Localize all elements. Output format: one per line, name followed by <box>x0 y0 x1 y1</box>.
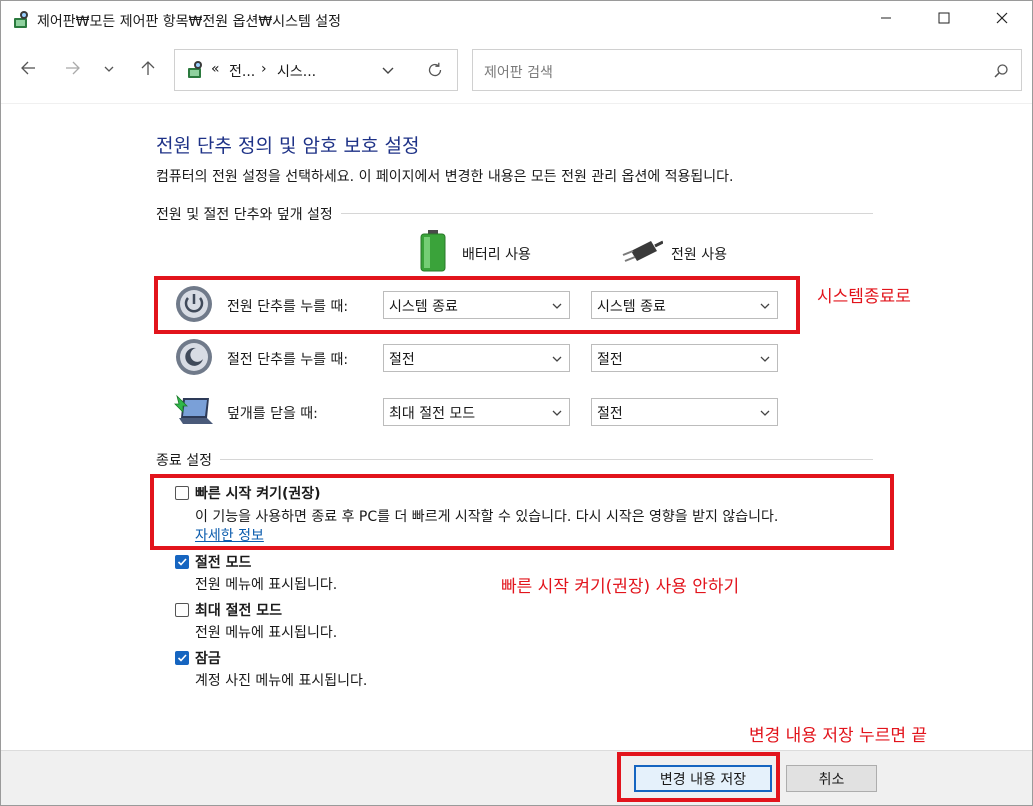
chevron-down-icon <box>551 353 563 365</box>
search-input[interactable]: 제어판 검색 <box>484 62 553 82</box>
column-header-plugged-in: 전원 사용 <box>671 247 727 263</box>
page-subtitle: 컴퓨터의 전원 설정을 선택하세요. 이 페이지에서 변경한 내용은 모든 전원… <box>156 169 734 185</box>
annotation-box-fast-startup <box>150 474 894 550</box>
breadcrumb-overflow[interactable]: « <box>211 61 220 77</box>
control-panel-icon <box>185 60 205 84</box>
footer-bar: 변경 내용 저장 취소 <box>1 750 1032 805</box>
search-icon[interactable] <box>993 63 1009 83</box>
close-button[interactable] <box>979 1 1025 39</box>
power-plug-icon <box>621 237 664 269</box>
back-button[interactable] <box>14 55 42 85</box>
up-button[interactable] <box>134 55 162 85</box>
minimize-button[interactable] <box>863 1 909 39</box>
sleep-button-battery-select[interactable]: 절전 <box>383 344 570 372</box>
battery-icon <box>419 230 447 276</box>
breadcrumb-separator[interactable]: › <box>261 61 267 77</box>
annotation-text-save: 변경 내용 저장 누르면 끝 <box>749 726 928 746</box>
annotation-box-power-button <box>154 276 800 334</box>
breadcrumb-item-2[interactable]: 시스... <box>277 61 316 81</box>
group-label-buttons: 전원 및 절전 단추와 덮개 설정 <box>156 204 341 224</box>
maximize-button[interactable] <box>921 1 967 39</box>
sleep-icon <box>175 338 213 380</box>
chevron-down-icon <box>551 407 563 419</box>
row-label-lid-close: 덮개를 닫을 때: <box>227 406 318 422</box>
annotation-text-fast-startup: 빠른 시작 켜기(권장) 사용 안하기 <box>501 577 740 597</box>
group-label-shutdown: 종료 설정 <box>156 450 220 470</box>
lid-close-plugged-select[interactable]: 절전 <box>591 398 778 426</box>
arrow-left-icon <box>20 60 36 80</box>
lock-description: 계정 사진 메뉴에 표시됩니다. <box>195 673 368 689</box>
cancel-button[interactable]: 취소 <box>786 765 877 792</box>
recent-locations-button[interactable] <box>97 55 121 85</box>
page-title: 전원 단추 정의 및 암호 보호 설정 <box>156 135 420 157</box>
maximize-icon <box>938 12 950 28</box>
chevron-down-icon <box>759 407 771 419</box>
refresh-icon[interactable] <box>426 61 444 83</box>
title-bar: 제어판₩모든 제어판 항목₩전원 옵션₩시스템 설정 <box>1 1 1032 39</box>
chevron-down-icon <box>759 353 771 365</box>
hibernate-checkbox[interactable] <box>175 603 189 617</box>
sleep-mode-title: 절전 모드 <box>195 555 252 571</box>
breadcrumb-item-1[interactable]: 전... <box>229 61 255 81</box>
laptop-lid-icon <box>173 392 215 432</box>
lid-close-battery-select[interactable]: 최대 절전 모드 <box>383 398 570 426</box>
address-bar[interactable]: « 전... › 시스... <box>174 49 458 91</box>
lock-title: 잠금 <box>195 651 221 667</box>
chevron-down-icon <box>104 62 114 78</box>
column-header-battery: 배터리 사용 <box>462 247 531 263</box>
row-label-sleep-button: 절전 단추를 누를 때: <box>227 352 349 368</box>
arrow-right-icon <box>65 60 81 80</box>
hibernate-description: 전원 메뉴에 표시됩니다. <box>195 625 338 641</box>
arrow-up-icon <box>140 60 156 80</box>
annotation-box-save <box>617 752 780 802</box>
control-panel-icon <box>11 10 31 34</box>
sleep-mode-checkbox[interactable] <box>175 555 189 569</box>
sleep-mode-description: 전원 메뉴에 표시됩니다. <box>195 577 338 593</box>
search-box[interactable]: 제어판 검색 <box>472 49 1022 91</box>
close-icon <box>996 12 1008 28</box>
minimize-icon <box>880 12 892 28</box>
control-panel-window: 제어판₩모든 제어판 항목₩전원 옵션₩시스템 설정 « 전... › 시스..… <box>0 0 1033 806</box>
hibernate-title: 최대 절전 모드 <box>195 603 283 619</box>
group-divider <box>156 459 873 460</box>
chevron-down-icon[interactable] <box>381 64 395 82</box>
divider <box>1 103 1032 104</box>
annotation-text-power-button: 시스템종료로 <box>817 287 911 307</box>
forward-button[interactable] <box>59 55 87 85</box>
lock-checkbox[interactable] <box>175 651 189 665</box>
window-title: 제어판₩모든 제어판 항목₩전원 옵션₩시스템 설정 <box>37 14 342 30</box>
sleep-button-plugged-select[interactable]: 절전 <box>591 344 778 372</box>
